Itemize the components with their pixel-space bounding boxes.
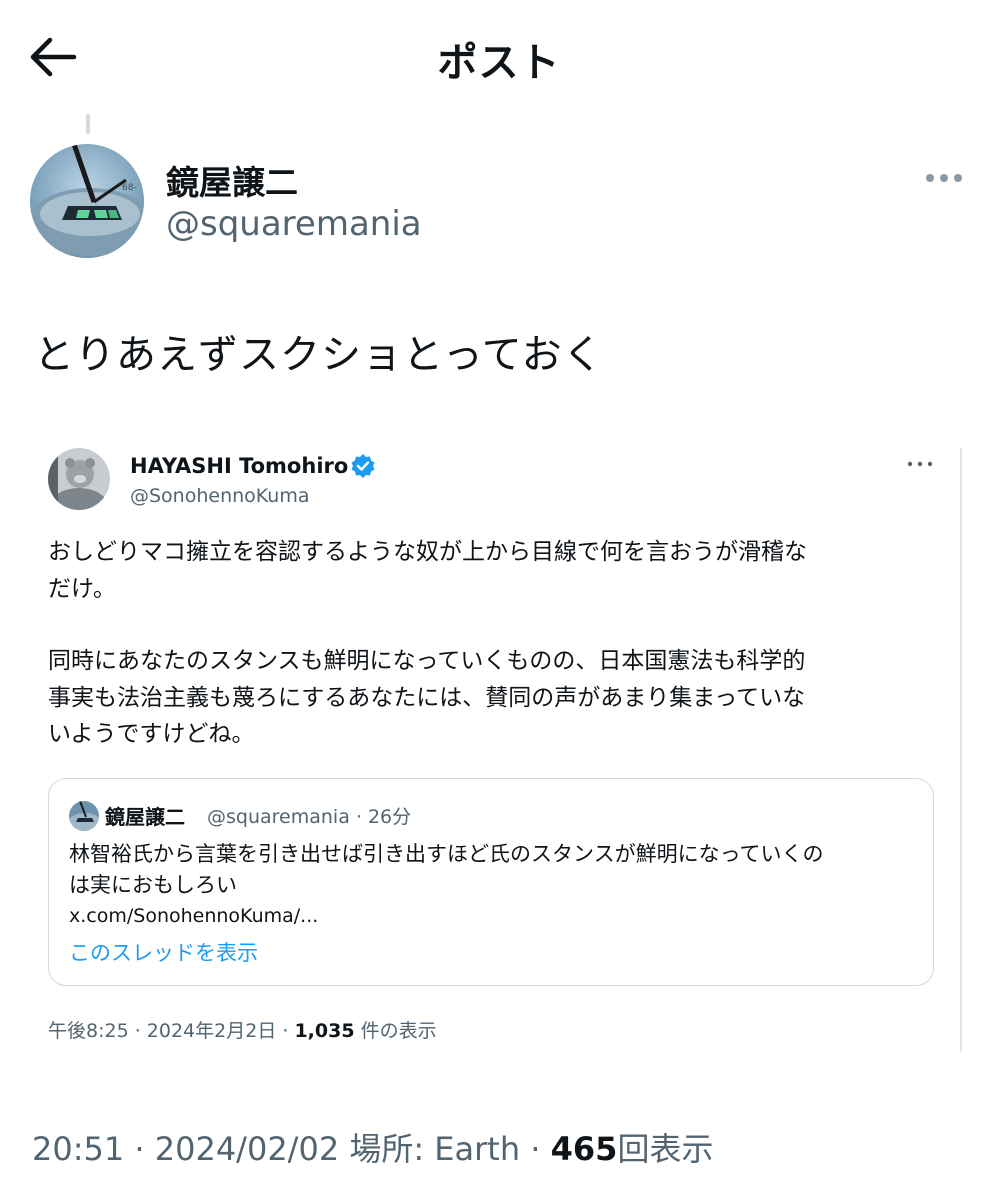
aircraft-avatar-image: 68-	[30, 144, 144, 258]
post-timestamp[interactable]: 20:51 · 2024/02/02 場所: Earth ·	[32, 1130, 551, 1168]
embedded-timestamp: 午後8:25 · 2024年2月2日 ·	[48, 1020, 295, 1042]
views-label: 回表示	[617, 1130, 714, 1168]
embedded-post-text: おしどりマコ擁立を容認するような奴が上から目線で何を言おうが滑稽な だけ。 同時…	[48, 534, 938, 753]
thread-connector-line	[86, 114, 90, 134]
quoted-post-text: 林智裕氏から言葉を引き出せば引き出すほど氏のスタンスが鮮明になっていくの は実に…	[69, 839, 824, 901]
bear-avatar-image	[48, 448, 110, 510]
embedded-text-line: 同時にあなたのスタンスも鮮明になっていくものの、日本国憲法も科学的	[48, 648, 806, 674]
author-name[interactable]: 鏡屋譲二	[166, 156, 298, 204]
post-text: とりあえずスクショとっておく	[34, 332, 604, 378]
screenshot-edge	[960, 448, 962, 1052]
embedded-views-count: 1,035	[294, 1020, 355, 1042]
more-icon	[926, 174, 962, 182]
views-count: 465	[550, 1130, 618, 1168]
post-meta: 20:51 · 2024/02/02 場所: Earth · 465回表示	[32, 1124, 713, 1170]
embedded-author-handle: @SonohennoKuma	[130, 485, 310, 507]
quoted-text-line: 林智裕氏から言葉を引き出せば引き出すほど氏のスタンスが鮮明になっていくの	[69, 842, 824, 866]
page-title: ポスト	[437, 40, 561, 86]
quoted-post-card[interactable]: 鏡屋譲二 @squaremania · 26分 林智裕氏から言葉を引き出せば引き…	[48, 778, 934, 986]
aircraft-avatar-small	[69, 801, 99, 831]
embedded-text-line: いようですけどね。	[48, 721, 255, 747]
show-thread-link[interactable]: このスレッドを表示	[69, 937, 258, 967]
embedded-screenshot-image[interactable]: HAYASHI Tomohiro @SonohennoKuma おしどりマコ擁立…	[0, 430, 998, 1070]
quoted-author-avatar	[69, 801, 99, 831]
author-avatar[interactable]: 68-	[30, 144, 144, 258]
embedded-post-meta: 午後8:25 · 2024年2月2日 · 1,035 件の表示	[48, 1016, 437, 1043]
more-options-button[interactable]	[922, 166, 966, 190]
author-handle[interactable]: @squaremania	[166, 204, 422, 244]
quoted-author-name: 鏡屋譲二	[105, 805, 185, 829]
embedded-text-line: だけ。	[48, 575, 116, 602]
embedded-views-label: 件の表示	[354, 1020, 437, 1042]
quoted-link: x.com/SonohennoKuma/...	[69, 905, 319, 927]
embedded-text-line: 事実も法治主義も蔑ろにするあなたには、賛同の声があまり集まっていな	[48, 684, 806, 711]
quoted-text-line: は実におもしろい	[69, 873, 237, 897]
embedded-author-avatar	[48, 448, 110, 510]
embedded-more-icon	[907, 461, 933, 467]
embedded-text-line: おしどりマコ擁立を容認するような奴が上から目線で何を言おうが滑稽な	[48, 539, 807, 565]
svg-text:68-: 68-	[122, 183, 137, 193]
verified-badge-icon	[351, 454, 375, 478]
quoted-author-meta: @squaremania · 26分	[207, 806, 412, 828]
embedded-author-name: HAYASHI Tomohiro	[130, 454, 349, 478]
top-bar: ポスト	[0, 0, 998, 112]
